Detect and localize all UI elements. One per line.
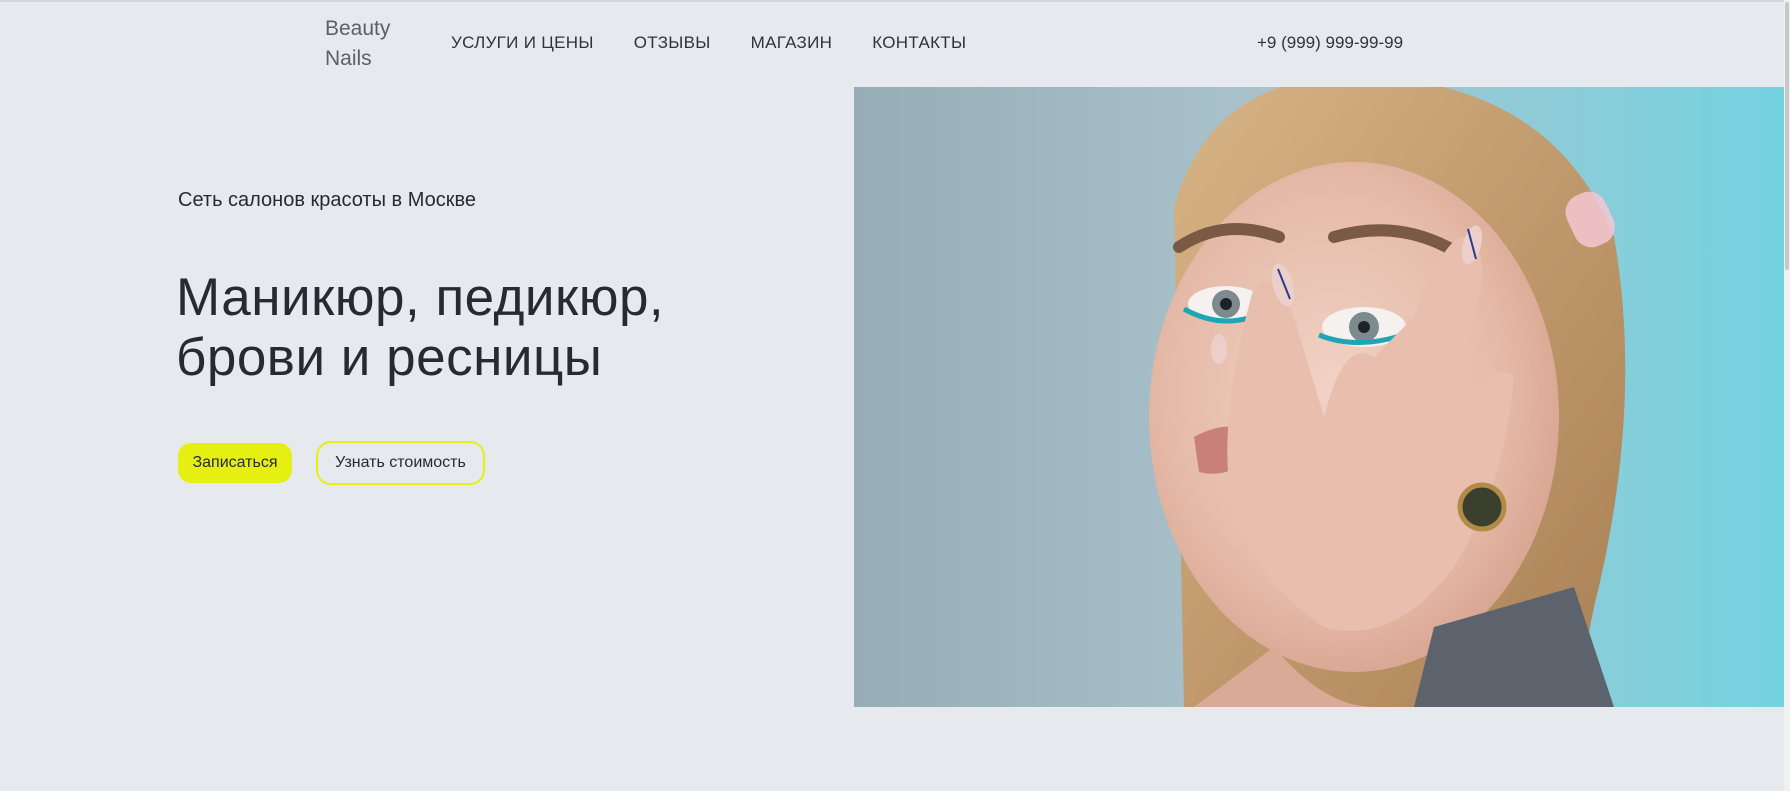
phone-number[interactable]: +9 (999) 999-99-99 xyxy=(1257,32,1403,54)
nav-item-contacts[interactable]: КОНТАКТЫ xyxy=(872,32,966,54)
headline-line-2: брови и ресницы xyxy=(176,328,603,387)
nav-item-reviews[interactable]: ОТЗЫВЫ xyxy=(634,32,711,54)
main-nav: УСЛУГИ И ЦЕНЫ ОТЗЫВЫ МАГАЗИН КОНТАКТЫ xyxy=(451,32,966,54)
hero-tagline: Сеть салонов красоты в Москве xyxy=(178,189,476,211)
nav-item-shop[interactable]: МАГАЗИН xyxy=(751,32,833,54)
logo-line-1: Beauty xyxy=(325,17,391,40)
headline-line-1: Маникюр, педикюр, xyxy=(176,268,665,327)
nav-item-services[interactable]: УСЛУГИ И ЦЕНЫ xyxy=(451,32,594,54)
hero-photo xyxy=(854,87,1786,707)
price-button[interactable]: Узнать стоимость xyxy=(316,441,485,485)
book-button[interactable]: Записаться xyxy=(178,443,292,483)
woman-portrait-image xyxy=(854,87,1786,707)
top-border xyxy=(0,0,1790,2)
scrollbar-thumb[interactable] xyxy=(1785,2,1789,270)
logo-line-2: Nails xyxy=(325,47,372,70)
logo[interactable]: Beauty Nails xyxy=(325,14,390,74)
landing-page: Beauty Nails УСЛУГИ И ЦЕНЫ ОТЗЫВЫ МАГАЗИ… xyxy=(0,0,1790,791)
hero-headline: Маникюр, педикюр, брови и ресницы xyxy=(176,268,664,388)
